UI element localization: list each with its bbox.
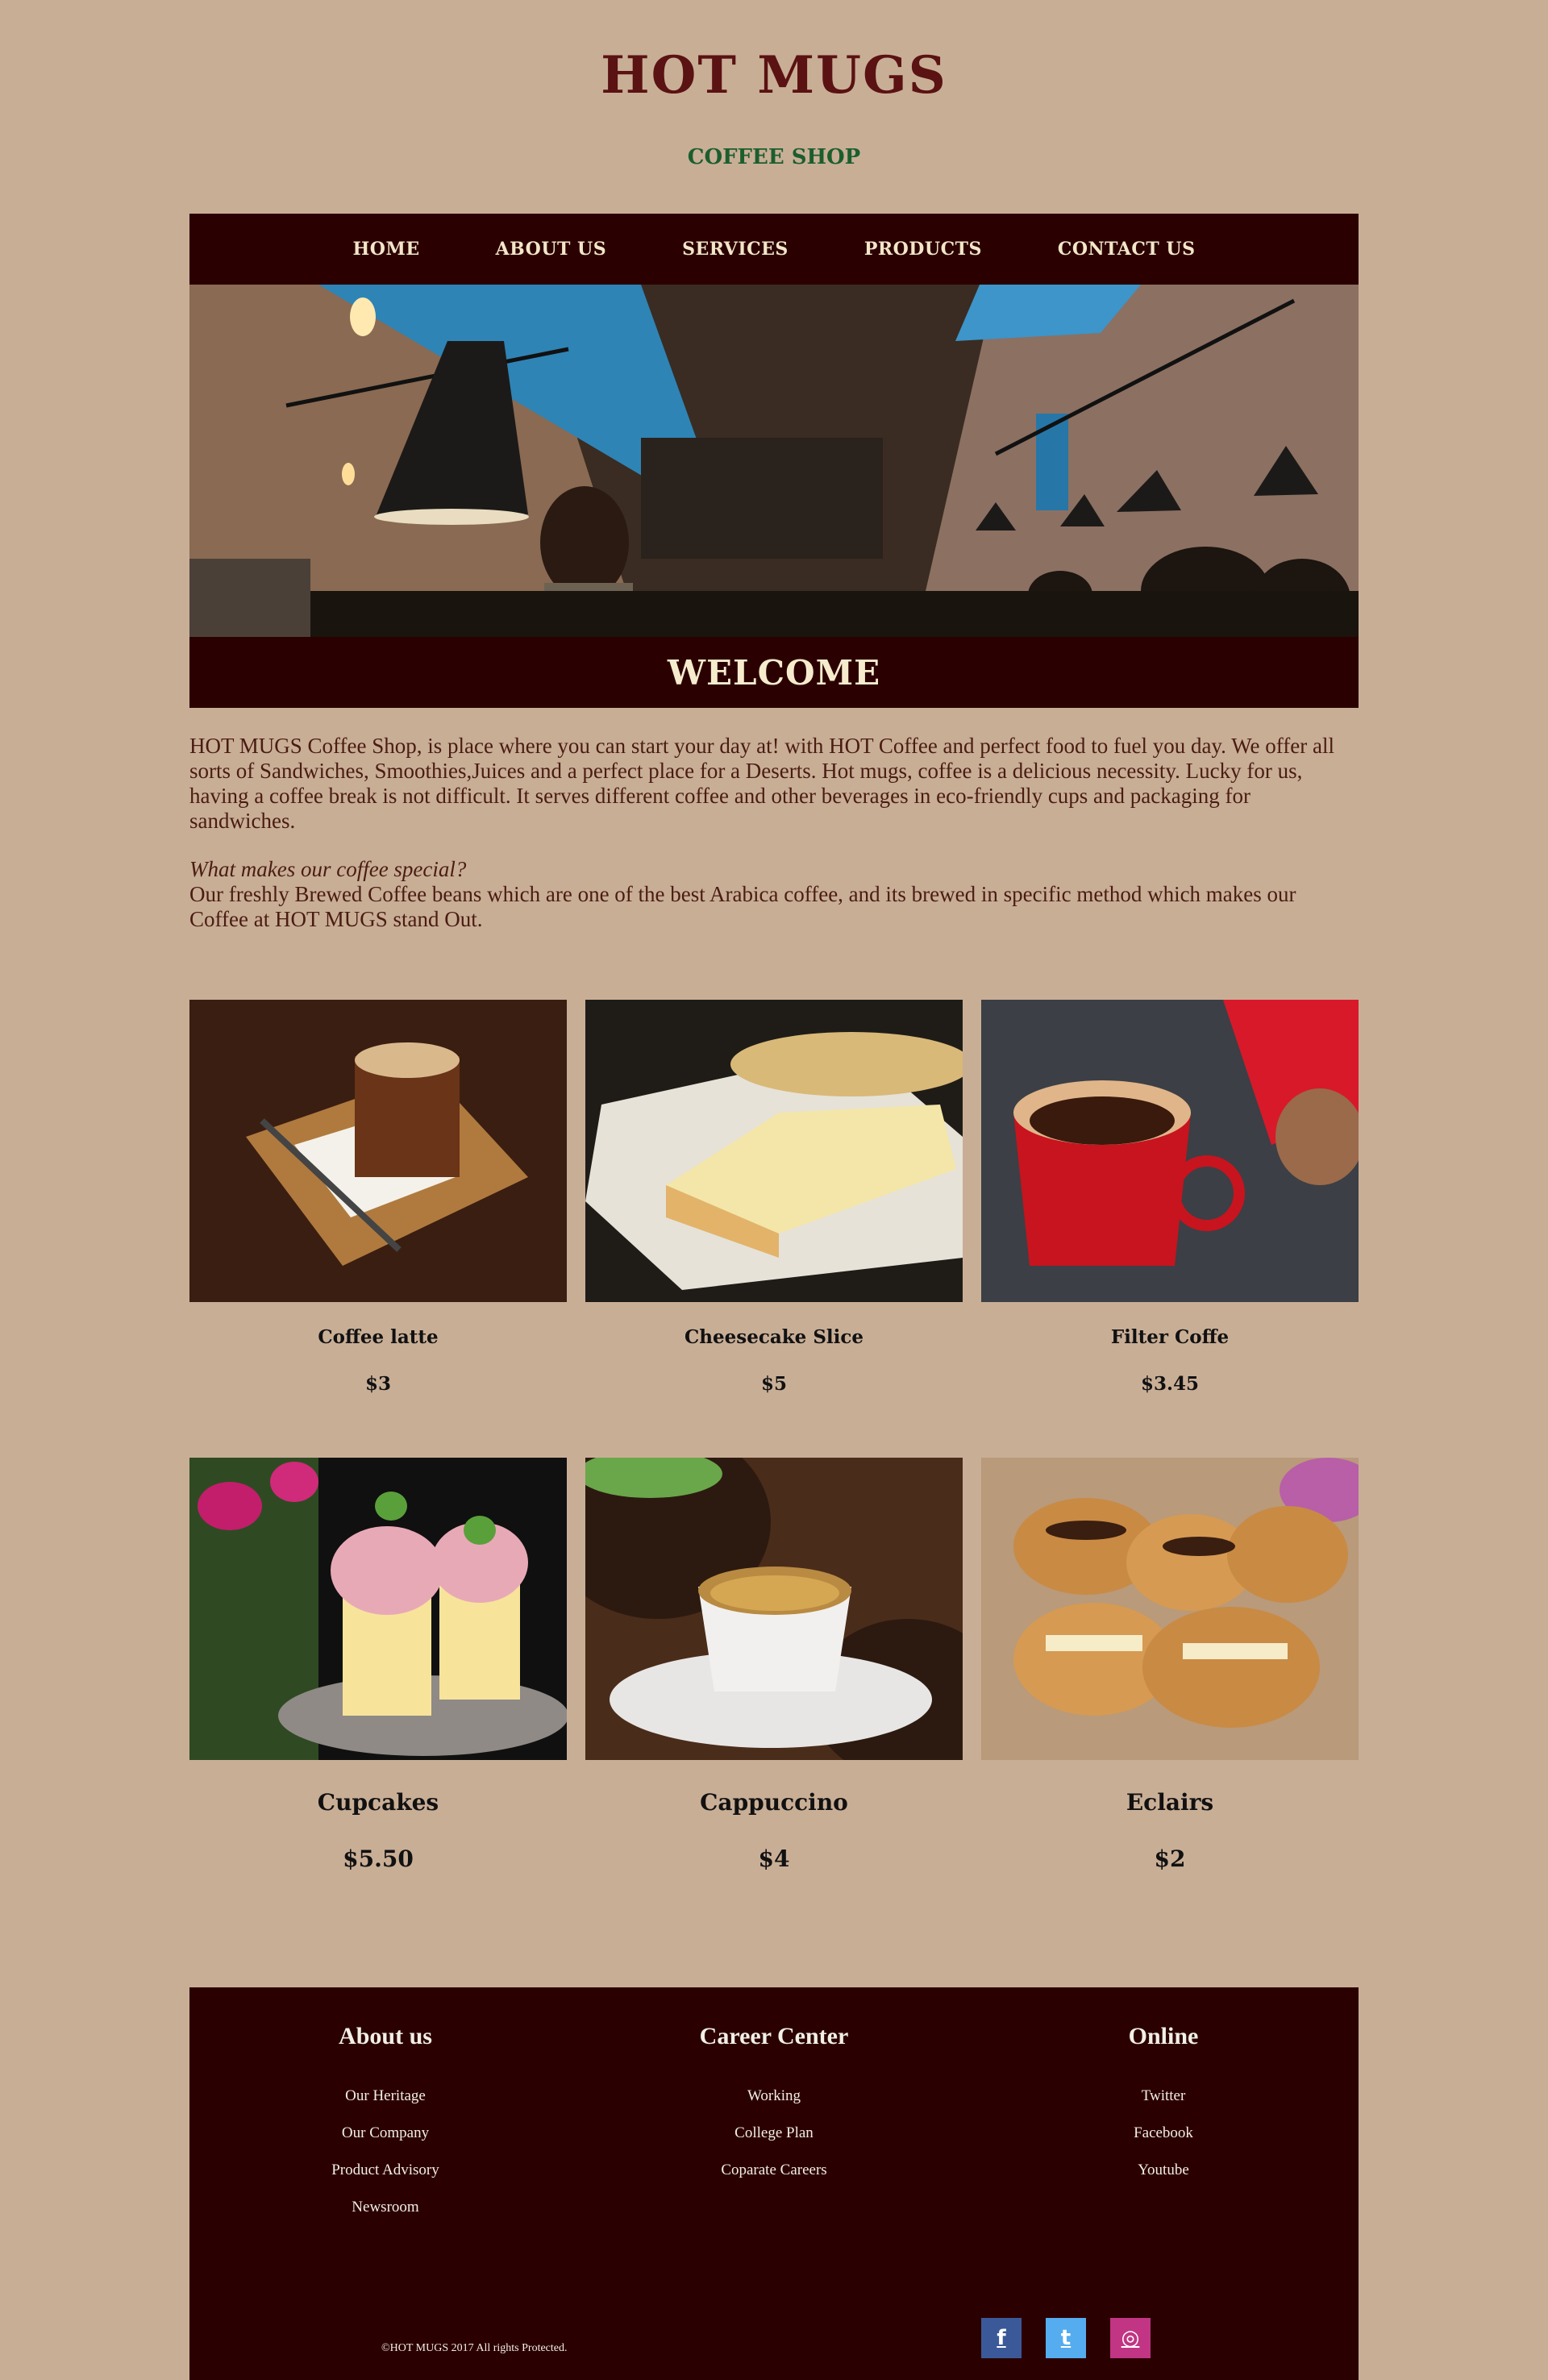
intro-paragraph: HOT MUGS Coffee Shop, is place where you… <box>189 734 1334 833</box>
nav-contact-us[interactable]: CONTACT US <box>1058 239 1196 260</box>
footer-link[interactable]: College Plan <box>653 2115 895 2152</box>
intro-answer: Our freshly Brewed Coffee beans which ar… <box>189 882 1296 931</box>
footer-link[interactable]: Facebook <box>1042 2115 1284 2152</box>
main-nav: HOME ABOUT US SERVICES PRODUCTS CONTACT … <box>189 214 1359 285</box>
product-card[interactable]: Cheesecake Slice $5 <box>585 1000 963 1396</box>
filter-coffee-image <box>981 1000 1359 1302</box>
footer-link[interactable]: Twitter <box>1042 2078 1284 2115</box>
product-name: Cupcakes <box>317 1789 439 1816</box>
product-price: $3 <box>364 1373 391 1395</box>
coffee-latte-image <box>189 1000 567 1302</box>
footer-column-title: About us <box>339 2023 432 2049</box>
product-card[interactable]: Eclairs $2 <box>981 1458 1359 1873</box>
footer-link[interactable]: Product Advisory <box>264 2152 506 2189</box>
product-price: $3.45 <box>1140 1373 1200 1395</box>
site-title: HOT MUGS <box>601 45 947 106</box>
product-card[interactable]: Cupcakes $5.50 <box>189 1458 567 1873</box>
product-price: $2 <box>1154 1845 1186 1872</box>
cheesecake-image <box>585 1000 963 1302</box>
product-card[interactable]: Cappuccino $4 <box>585 1458 963 1873</box>
product-name: Cheesecake Slice <box>684 1326 864 1348</box>
product-row-1: Coffee latte $3 Cheesecake Slice $5 Filt… <box>189 1000 1359 1396</box>
site-subtitle: COFFEE SHOP <box>687 145 861 169</box>
intro-question: What makes our coffee special? <box>189 857 467 881</box>
footer-column-title: Career Center <box>699 2023 849 2049</box>
twitter-icon[interactable]: t <box>1046 2318 1086 2358</box>
facebook-icon[interactable]: f <box>981 2318 1022 2358</box>
product-price: $4 <box>758 1845 790 1872</box>
product-card[interactable]: Coffee latte $3 <box>189 1000 567 1396</box>
footer-column-title: Online <box>1128 2023 1199 2049</box>
product-name: Filter Coffe <box>1110 1326 1230 1348</box>
social-links: f t ◎ <box>981 2318 1151 2358</box>
nav-home[interactable]: HOME <box>353 239 420 260</box>
footer-column-about: About us Our Heritage Our Company Produc… <box>264 2023 506 2226</box>
footer-link[interactable]: Coparate Careers <box>653 2152 895 2189</box>
product-price: $5.50 <box>343 1845 414 1872</box>
product-row-2: Cupcakes $5.50 Cappuccino $4 Eclairs $2 <box>189 1458 1359 1873</box>
intro-section: HOT MUGS Coffee Shop, is place where you… <box>189 734 1359 932</box>
footer-link[interactable]: Working <box>653 2078 895 2115</box>
product-card[interactable]: Filter Coffe $3.45 <box>981 1000 1359 1396</box>
copyright-text: ©HOT MUGS 2017 All rights Protected. <box>381 2342 568 2354</box>
footer-link[interactable]: Youtube <box>1042 2152 1284 2189</box>
footer-link[interactable]: Our Heritage <box>264 2078 506 2115</box>
instagram-icon[interactable]: ◎ <box>1110 2318 1151 2358</box>
hero-image-cafe-interior <box>189 285 1359 637</box>
cappuccino-image <box>585 1458 963 1760</box>
nav-products[interactable]: PRODUCTS <box>864 239 982 260</box>
product-name: Coffee latte <box>318 1326 439 1348</box>
footer-column-career: Career Center Working College Plan Copar… <box>653 2023 895 2189</box>
footer-link[interactable]: Newsroom <box>264 2189 506 2226</box>
product-name: Eclairs <box>1126 1789 1214 1816</box>
nav-about-us[interactable]: ABOUT US <box>496 239 607 260</box>
cupcakes-image <box>189 1458 567 1760</box>
welcome-heading: WELCOME <box>667 652 881 693</box>
product-price: $5 <box>760 1373 787 1395</box>
eclairs-image <box>981 1458 1359 1760</box>
footer-link[interactable]: Our Company <box>264 2115 506 2152</box>
product-name: Cappuccino <box>700 1789 848 1816</box>
welcome-banner: WELCOME <box>189 637 1359 708</box>
nav-services[interactable]: SERVICES <box>682 239 789 260</box>
footer-column-online: Online Twitter Facebook Youtube <box>1042 2023 1284 2189</box>
site-footer: About us Our Heritage Our Company Produc… <box>189 1987 1359 2380</box>
